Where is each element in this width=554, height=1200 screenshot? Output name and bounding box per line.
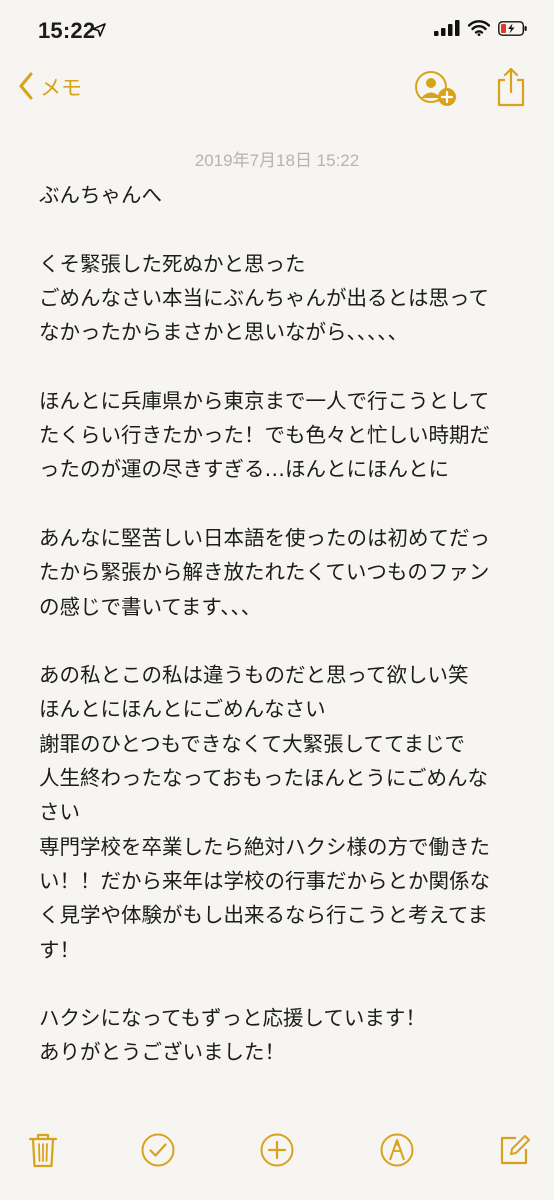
note-blank-line (39, 624, 531, 658)
location-arrow-icon (92, 22, 106, 41)
note-blank-line (39, 967, 531, 1001)
status-time: 15:22 (38, 18, 96, 43)
note-line: く見学や体験がもし出来るなら行こうと考えてま (39, 903, 488, 928)
note-blank-line (39, 349, 531, 383)
note-blank-line (39, 487, 531, 521)
note-line: の感じで書いてます、、、 (39, 594, 262, 619)
note-line: ごめんなさい本当にぶんちゃんが出るとは思って (39, 285, 489, 310)
trash-icon[interactable] (25, 1130, 61, 1170)
note-line: ほんとに兵庫県から東京まで一人で行こうとして (39, 388, 490, 413)
nav-bar: メモ (0, 66, 554, 116)
add-icon[interactable] (259, 1130, 295, 1170)
note-line: 専門学校を卒業したら絶対ハクシ様の方で働きた (39, 834, 490, 859)
note-line: ありがとうございました！ (39, 1040, 285, 1065)
back-button[interactable]: メモ (18, 70, 82, 106)
home-indicator-area (0, 1186, 554, 1200)
note-line: さい (39, 800, 80, 825)
note-line: ったのが運の尽きすぎる…ほんとにほんとに (39, 457, 449, 482)
note-line: なかったからまさかと思いながら、、、、、 (39, 320, 408, 345)
signal-icon (434, 20, 460, 40)
share-icon[interactable] (494, 66, 528, 112)
add-people-icon[interactable] (414, 70, 460, 114)
note-line: あんなに堅苦しい日本語を使ったのは初めてだっ (39, 525, 490, 550)
note-line: 人生終わったなっておもったほんとうにごめんな (39, 766, 488, 791)
note-line: ぶんちゃんへ (39, 183, 162, 207)
note-line: たから緊張から解き放たれたくていつものファン (39, 560, 490, 585)
compose-icon[interactable] (496, 1130, 532, 1170)
bottom-toolbar (0, 1130, 554, 1176)
status-bar: 15:22 (0, 0, 554, 64)
note-blank-line (39, 212, 531, 246)
checklist-icon[interactable] (140, 1130, 176, 1170)
note-line: ハクシになってもずっと応援しています！ (39, 1006, 426, 1031)
note-line: い！！だから来年は学校の行事だからとか関係な (39, 868, 490, 893)
note-line: ほんとにほんとにごめんなさい (39, 697, 326, 722)
note-line: す！ (39, 937, 80, 962)
note-line: たくらい行きたかった！でも色々と忙しい時期だ (39, 423, 490, 448)
chevron-left-icon (18, 72, 34, 104)
markup-icon[interactable] (379, 1130, 415, 1170)
wifi-icon (467, 20, 491, 40)
status-indicators (434, 20, 528, 40)
note-line: くそ緊張した死ぬかと思った (39, 251, 306, 276)
note-line: あの私とこの私は違うものだと思って欲しい笑 (39, 663, 469, 688)
note-body[interactable]: ぶんちゃんへくそ緊張した死ぬかと思ったごめんなさい本当にぶんちゃんが出るとは思っ… (39, 178, 531, 1070)
note-date: 2019年7月18日 15:22 (194, 151, 360, 170)
note-line: 謝罪のひとつもできなくて大緊張しててまじで (39, 731, 465, 756)
back-label: メモ (40, 76, 82, 100)
battery-charging-icon (498, 20, 528, 40)
